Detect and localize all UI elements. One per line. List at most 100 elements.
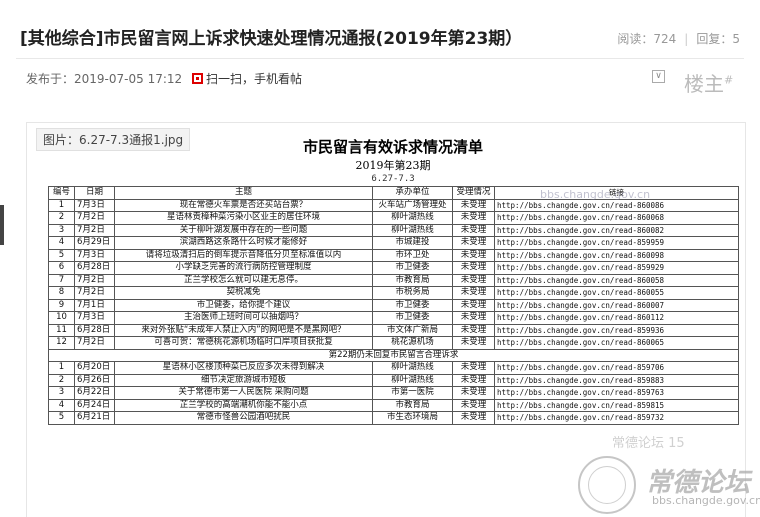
row-status: 未受理: [452, 261, 495, 275]
side-tab[interactable]: [0, 205, 4, 245]
row-date: 6月24日: [74, 398, 115, 412]
document-subtitle: 2019年第23期: [355, 159, 431, 172]
row-number: 4: [48, 236, 75, 250]
row-topic: 芷兰学校怎么就可以建无息停。: [114, 273, 373, 287]
table-row: 1 6月20日 星语林小区楼顶种菜已反应多次未得到解决 柳叶湖热线 未受理 http://…: [48, 361, 739, 375]
row-topic: 小学缺乏完善的流行病防控管理制度: [114, 261, 373, 275]
table-row: 4 6月29日 滨湖西路这条路什么时候才能修好 市城建投 未受理 http://bbs.c…: [48, 236, 739, 250]
scan-qr-link[interactable]: 扫一扫，手机看帖: [191, 72, 302, 86]
row-date: 7月2日: [74, 273, 115, 287]
row-topic: 芷兰学校的高端潮机你能不能小点: [114, 398, 373, 412]
watermark-domain: bbs.changde.gov.cn: [652, 494, 760, 507]
row-date: 7月2日: [74, 223, 115, 237]
row-number: 12: [48, 336, 75, 350]
row-link: http://bbs.changde.gov.cn/read-860065: [494, 336, 739, 350]
table-row: 9 7月1日 市卫健委，给你提个建议 市卫健委 未受理 http://bbs.changd…: [48, 298, 739, 312]
row-link: http://bbs.changde.gov.cn/read-859929: [494, 261, 739, 275]
row-link: http://bbs.changde.gov.cn/read-859763: [494, 386, 739, 400]
replies-label: 回复：: [696, 32, 733, 46]
row-link: http://bbs.changde.gov.cn/read-860082: [494, 223, 739, 237]
row-status: 未受理: [452, 411, 495, 425]
header-divider: [16, 58, 744, 59]
row-link: http://bbs.changde.gov.cn/read-859959: [494, 236, 739, 250]
row-topic: 滨湖西路这条路什么时候才能修好: [114, 236, 373, 250]
row-topic: 主治医师上班时间可以抽烟吗？: [114, 311, 373, 325]
table-row: 5 7月3日 请将垃圾清扫后的倒车提示音降低分贝至标准值以内 市环卫处 未受理 http:…: [48, 248, 739, 262]
table-row: 8 7月2日 契税减免 市税务局 未受理 http://bbs.changde.gov.c…: [48, 286, 739, 300]
header-no: 编号: [48, 186, 75, 200]
row-unit: 火车站广场管理处: [372, 198, 453, 212]
row-date: 6月22日: [74, 386, 115, 400]
row-number: 2: [48, 211, 75, 225]
row-topic: 细节决定旅游城市短板: [114, 373, 373, 387]
row-status: 未受理: [452, 236, 495, 250]
row-status: 未受理: [452, 398, 495, 412]
row-number: 9: [48, 298, 75, 312]
row-date: 7月3日: [74, 248, 115, 262]
row-status: 未受理: [452, 223, 495, 237]
post-title: [其他综合]市民留言网上诉求快速处理情况通报(2019年第23期）: [20, 29, 523, 49]
row-date: 6月21日: [74, 411, 115, 425]
row-number: 6: [48, 261, 75, 275]
row-topic: 请将垃圾清扫后的倒车提示音降低分贝至标准值以内: [114, 248, 373, 262]
watermark-url: bbs.changde.gov.cn: [540, 188, 651, 201]
row-link: http://bbs.changde.gov.cn/read-859883: [494, 373, 739, 387]
row-unit: 市生态环境局: [372, 411, 453, 425]
table-row: 11 6月28日 来对外张贴“未成年人禁止入内”的网吧是不是黑网吧？ 市文体广新局 未受…: [48, 323, 739, 337]
row-link: http://bbs.changde.gov.cn/read-860055: [494, 286, 739, 300]
table-row: 3 7月2日 关于柳叶湖发展中存在的一些问题 柳叶湖热线 未受理 http://bbs.c…: [48, 223, 739, 237]
post-header: [其他综合]市民留言网上诉求快速处理情况通报(2019年第23期） 阅读：724…: [0, 0, 760, 120]
post-meta: 发布于：2019-07-05 17:12 扫一扫，手机看帖: [26, 70, 302, 87]
row-topic: 关于柳叶湖发展中存在的一些问题: [114, 223, 373, 237]
views-count: 724: [653, 32, 677, 46]
row-number: 1: [48, 198, 75, 212]
row-unit: 桃花源机场: [372, 336, 453, 350]
row-unit: 市税务局: [372, 286, 453, 300]
row-unit: 柳叶湖热线: [372, 223, 453, 237]
row-number: 7: [48, 273, 75, 287]
row-status: 未受理: [452, 311, 495, 325]
row-topic: 星语林小区楼顶种菜已反应多次未得到解决: [114, 361, 373, 375]
row-unit: 市教育局: [372, 398, 453, 412]
table-row: 2 7月2日 星语林贡樟种菜污染小区业主的居住环境 柳叶湖热线 未受理 http://bb…: [48, 211, 739, 225]
table-row: 3 6月22日 关于常德市第一人民医院 采购问题 市第一医院 未受理 http://bbs…: [48, 386, 739, 400]
row-date: 7月2日: [74, 336, 115, 350]
row-number: 3: [48, 386, 75, 400]
row-status: 未受理: [452, 273, 495, 287]
header-status: 受理情况: [452, 186, 495, 200]
row-status: 未受理: [452, 373, 495, 387]
row-number: 8: [48, 286, 75, 300]
row-unit: 市教育局: [372, 273, 453, 287]
row-unit: 市卫健委: [372, 261, 453, 275]
row-number: 5: [48, 411, 75, 425]
row-status: 未受理: [452, 211, 495, 225]
table-row: 5 6月21日 常德市怪兽公园酒吧扰民 市生态环境局 未受理 http://bbs.cha…: [48, 411, 739, 425]
row-date: 6月29日: [74, 236, 115, 250]
row-date: 7月1日: [74, 298, 115, 312]
row-status: 未受理: [452, 386, 495, 400]
row-status: 未受理: [452, 336, 495, 350]
row-link: http://bbs.changde.gov.cn/read-859815: [494, 398, 739, 412]
row-status: 未受理: [452, 286, 495, 300]
header-unit: 承办单位: [372, 186, 453, 200]
row-status: 未受理: [452, 198, 495, 212]
row-date: 7月2日: [74, 286, 115, 300]
row-status: 未受理: [452, 323, 495, 337]
floor-mark: #: [724, 73, 734, 87]
document-date-range: 6.27-7.3: [371, 174, 415, 184]
row-unit: 市第一医院: [372, 386, 453, 400]
chevron-down-icon[interactable]: ∨: [652, 70, 665, 83]
row-unit: 市环卫处: [372, 248, 453, 262]
row-number: 4: [48, 398, 75, 412]
row-number: 10: [48, 311, 75, 325]
header-topic: 主题: [114, 186, 373, 200]
row-number: 11: [48, 323, 75, 337]
row-status: 未受理: [452, 248, 495, 262]
row-link: http://bbs.changde.gov.cn/read-859936: [494, 323, 739, 337]
row-topic: 来对外张贴“未成年人禁止入内”的网吧是不是黑网吧？: [114, 323, 373, 337]
row-topic: 现在常德火车票是否还买站台票？: [114, 198, 373, 212]
row-topic: 可喜可贺：常德桃花源机场临时口岸项目获批复: [114, 336, 373, 350]
table-row: 4 6月24日 芷兰学校的高端潮机你能不能小点 市教育局 未受理 http://bbs.c…: [48, 398, 739, 412]
row-topic: 市卫健委，给你提个建议: [114, 298, 373, 312]
row-status: 未受理: [452, 298, 495, 312]
